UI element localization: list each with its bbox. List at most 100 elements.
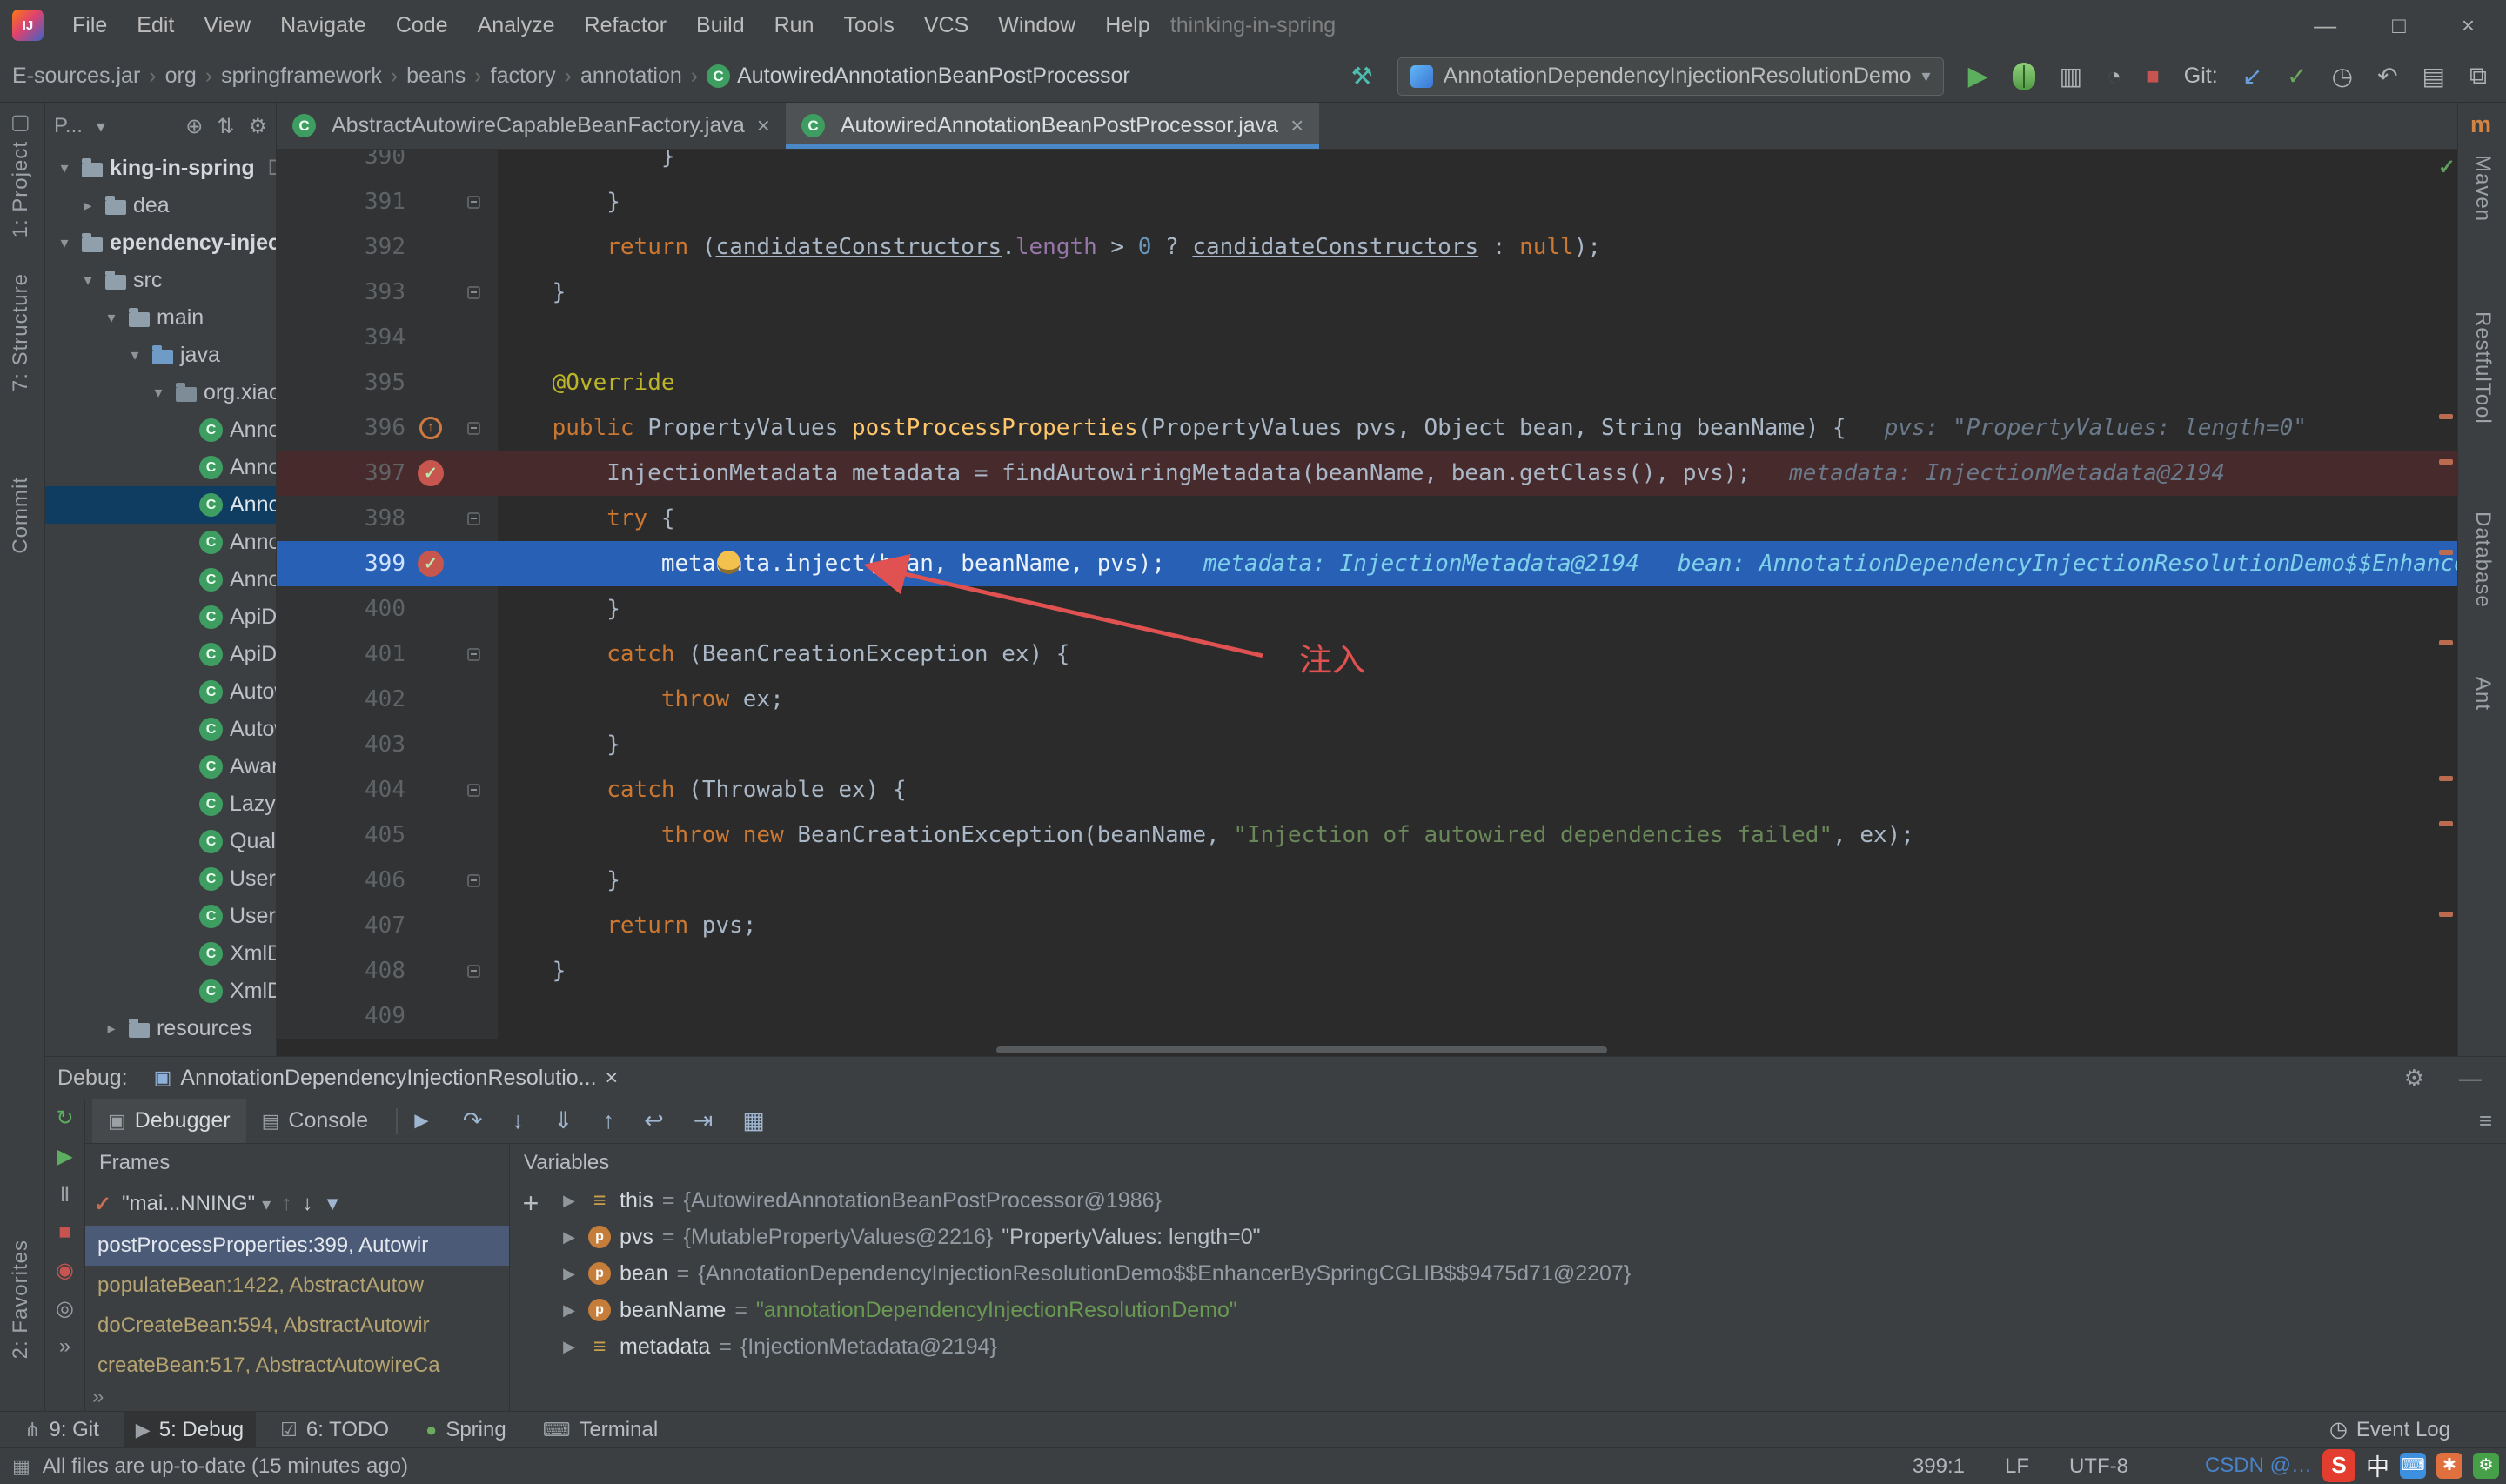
stack-frame[interactable]: doCreateBean:594, AbstractAutowir: [85, 1306, 509, 1346]
step-out-icon[interactable]: ↑: [603, 1107, 615, 1134]
stop-button[interactable]: ■: [2146, 63, 2160, 90]
tree-item-apidepe[interactable]: CApiDepe: [45, 598, 276, 636]
gutter[interactable]: 408: [277, 948, 498, 993]
tree-item-king-in-spring[interactable]: ▾king-in-spring D:\wor: [45, 150, 276, 187]
tab-close-icon[interactable]: ×: [1290, 112, 1303, 139]
tool-strip-maven[interactable]: Maven: [2470, 155, 2495, 222]
locate-file-icon[interactable]: ⊕: [185, 114, 203, 139]
gutter[interactable]: 394: [277, 315, 498, 360]
chevron-down-icon[interactable]: ▾: [54, 234, 75, 252]
gutter[interactable]: 399✓: [277, 541, 498, 586]
tool-windows-icon[interactable]: ⧉: [2469, 62, 2487, 90]
stripe-mark[interactable]: [2439, 640, 2453, 645]
tree-item-dea[interactable]: ▸dea: [45, 187, 276, 224]
gutter[interactable]: 400: [277, 586, 498, 632]
drop-frame-icon[interactable]: ↩: [644, 1107, 664, 1134]
chevron-down-icon[interactable]: ▾: [148, 384, 169, 402]
tree-item-annotati[interactable]: CAnnotati: [45, 561, 276, 598]
project-view-icon[interactable]: ▢: [10, 110, 30, 135]
fold-marker-icon[interactable]: [467, 874, 480, 887]
editor-tab-abstractautowirecapablebeanfactory-java[interactable]: CAbstractAutowireCapableBeanFactory.java…: [277, 103, 786, 149]
chevron-down-icon[interactable]: ▾: [54, 159, 75, 177]
tool-strip-1-project[interactable]: 1: Project: [9, 141, 33, 237]
expand-arrow-icon[interactable]: ▶: [559, 1338, 580, 1356]
step-over-icon[interactable]: ↷: [463, 1107, 483, 1134]
coverage-button[interactable]: ▥: [2060, 62, 2082, 90]
horizontal-scrollbar[interactable]: [996, 1046, 1607, 1053]
gutter[interactable]: 392: [277, 224, 498, 270]
tool-strip-restfultool[interactable]: RestfulTool: [2470, 311, 2495, 424]
tree-item-lazyann[interactable]: CLazyAnn: [45, 785, 276, 823]
tool-window-button-9-git[interactable]: ⋔9: Git: [12, 1412, 111, 1447]
debug-tab-debugger[interactable]: ▣Debugger: [92, 1099, 246, 1143]
profiler-button[interactable]: ◔: [2107, 63, 2121, 90]
tool-strip-ant[interactable]: Ant: [2470, 677, 2495, 711]
gutter[interactable]: 397✓: [277, 451, 498, 496]
tool-strip-7-structure[interactable]: 7: Structure: [9, 273, 33, 391]
variable-row[interactable]: ▶≡this = {AutowiredAnnotationBeanPostPro…: [552, 1182, 2506, 1219]
breakpoint-icon[interactable]: ✓: [418, 460, 444, 486]
previous-frame-icon[interactable]: ↑: [281, 1192, 291, 1216]
maximize-icon[interactable]: □: [2392, 12, 2406, 39]
tool-strip-commit[interactable]: Commit: [9, 477, 33, 554]
stripe-mark[interactable]: [2439, 414, 2453, 419]
menu-navigate[interactable]: Navigate: [265, 13, 381, 38]
fold-marker-icon[interactable]: [467, 784, 480, 797]
step-into-icon[interactable]: ↓: [513, 1107, 525, 1134]
tree-item-xmldepe[interactable]: CXmlDepe: [45, 935, 276, 973]
chevron-right-icon[interactable]: ▸: [101, 1019, 122, 1038]
chevron-down-icon[interactable]: ▾: [124, 346, 145, 364]
breadcrumb-item[interactable]: springframework: [221, 64, 382, 89]
menu-refactor[interactable]: Refactor: [570, 13, 681, 38]
expand-arrow-icon[interactable]: ▶: [559, 1265, 580, 1283]
menu-run[interactable]: Run: [760, 13, 829, 38]
expand-arrow-icon[interactable]: ▶: [559, 1301, 580, 1320]
collapse-all-icon[interactable]: ⇅: [217, 114, 234, 139]
tree-item-annotati[interactable]: CAnnotati: [45, 449, 276, 486]
gutter[interactable]: 391: [277, 179, 498, 224]
override-marker-icon[interactable]: ↑: [419, 417, 442, 439]
debug-button[interactable]: [2013, 63, 2035, 90]
stack-frame[interactable]: createBean:517, AbstractAutowireCa: [85, 1346, 509, 1386]
expand-arrow-icon[interactable]: ▶: [559, 1192, 580, 1210]
rerun-icon[interactable]: ↻: [56, 1106, 73, 1131]
breadcrumb-item[interactable]: E-sources.jar: [12, 64, 140, 89]
tree-item-awareint[interactable]: CAwareInt: [45, 748, 276, 785]
chevron-down-icon[interactable]: ▾: [101, 309, 122, 327]
gutter[interactable]: 403: [277, 722, 498, 767]
git-update-icon[interactable]: ↙: [2242, 62, 2262, 90]
breakpoint-icon[interactable]: ✓: [418, 551, 444, 577]
stripe-mark[interactable]: [2439, 550, 2453, 555]
shelf-icon[interactable]: ▤: [2422, 62, 2445, 90]
more-icon[interactable]: »: [59, 1334, 70, 1359]
gutter[interactable]: 393: [277, 270, 498, 315]
variable-row[interactable]: ▶≡metadata = {InjectionMetadata@2194}: [552, 1328, 2506, 1365]
tool-window-switcher-icon[interactable]: ▦: [12, 1455, 30, 1478]
thread-select[interactable]: "mai...NNING" ▾: [122, 1192, 271, 1216]
pause-icon[interactable]: Ⅱ: [60, 1182, 70, 1207]
close-icon[interactable]: ×: [2462, 12, 2475, 39]
menu-help[interactable]: Help: [1090, 13, 1164, 38]
gutter[interactable]: 406: [277, 858, 498, 903]
tab-close-icon[interactable]: ×: [606, 1066, 619, 1091]
tree-item-userhol[interactable]: CUserHol: [45, 898, 276, 935]
tree-item-autowiri[interactable]: CAutowiri: [45, 673, 276, 711]
stripe-mark[interactable]: [2439, 776, 2453, 781]
stop-icon[interactable]: ■: [58, 1220, 71, 1245]
tree-item-apidepe[interactable]: CApiDepe: [45, 636, 276, 673]
tool-window-button-spring[interactable]: ●Spring: [413, 1412, 519, 1447]
gutter[interactable]: 402: [277, 677, 498, 722]
breadcrumb-class[interactable]: AutowiredAnnotationBeanPostProcessor: [737, 64, 1130, 89]
mute-breakpoints-icon[interactable]: ◎: [56, 1296, 74, 1321]
line-separator[interactable]: LF: [2005, 1454, 2029, 1479]
add-watch-icon[interactable]: +: [523, 1187, 539, 1220]
tool-strip-database[interactable]: Database: [2470, 511, 2495, 608]
gutter[interactable]: 409: [277, 993, 498, 1039]
run-button[interactable]: ▶: [1968, 61, 1988, 91]
tool-window-button-6-todo[interactable]: ☑6: TODO: [268, 1412, 401, 1447]
git-rollback-icon[interactable]: ↶: [2377, 62, 2397, 90]
breadcrumb-item[interactable]: beans: [406, 64, 466, 89]
inspections-status-icon[interactable]: ✓: [2438, 155, 2456, 180]
tab-close-icon[interactable]: ×: [757, 112, 770, 139]
run-config-select[interactable]: AnnotationDependencyInjectionResolutionD…: [1397, 57, 1944, 96]
